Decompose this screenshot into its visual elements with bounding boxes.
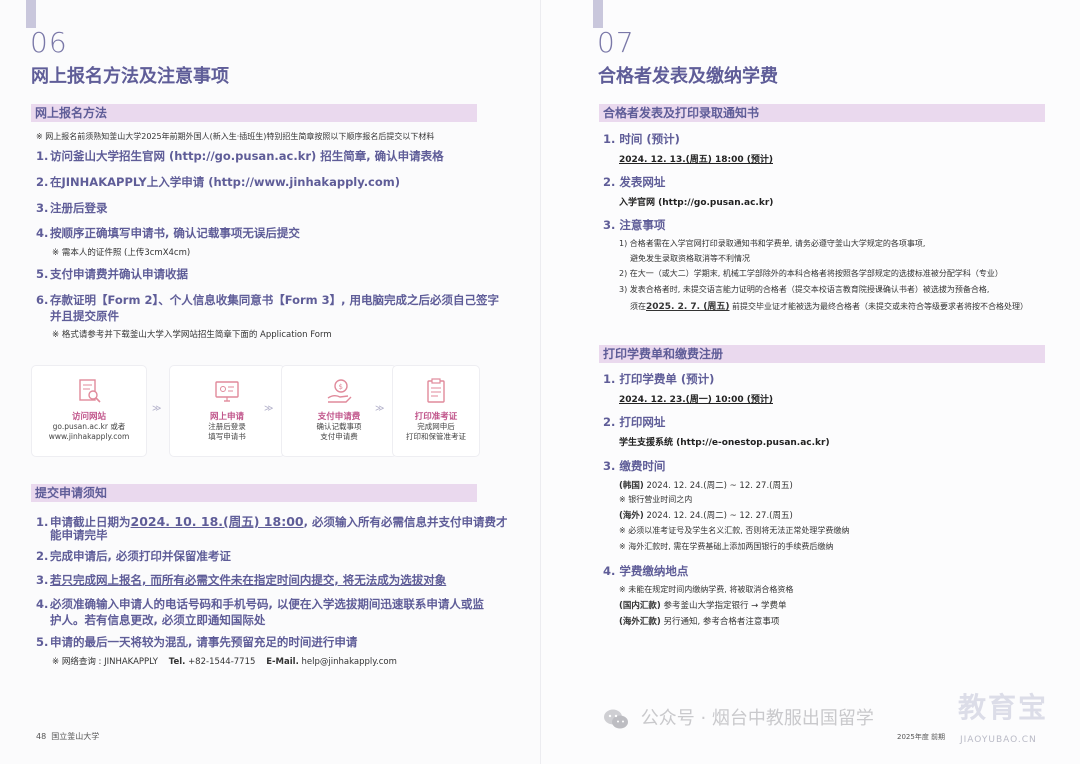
notice-1-line2: 能申请完毕 (50, 528, 108, 542)
brand-watermark: 教育宝 (958, 691, 1049, 724)
p3-abroad: (海外) 2024. 12. 24.(周二) ~ 12. 27.(周五) (619, 511, 793, 521)
card-title: 访问网站 (71, 412, 106, 422)
p3-note-1: ※ 必须以准考证号及学生名义汇款, 否则将无法正常处理学费缴纳 (619, 526, 850, 535)
r-item-1-title: 1. 时间 (预计) (603, 132, 680, 146)
brochure-spread: 06 网上报名方法及注意事项 网上报名方法 ※ 网上报名前须熟知釜山大学2025… (0, 0, 1080, 764)
p-item-4-title: 4. 学费缴纳地点 (603, 564, 689, 578)
r-item-3-title: 3. 注意事项 (603, 218, 666, 232)
r-item-2-title: 2. 发表网址 (603, 175, 666, 189)
process-card-print-ticket: 打印准考证 完成网申后 打印和保管准考证 (393, 366, 479, 456)
subsection-bar-results: 合格者发表及打印录取通知书 (599, 104, 1045, 122)
svg-text:$: $ (339, 383, 343, 391)
r-note-1b: 避免发生录取资格取消等不利情况 (630, 254, 750, 263)
step-4: 4. 按顺序正确填写申请书, 确认记载事项无误后提交 (36, 226, 300, 240)
step-6: 6. 存款证明【Form 2】、个人信息收集同意书【Form 3】, 用电脑完成之… (36, 293, 500, 307)
card-sub: 确认记载事项 (316, 422, 362, 431)
top-note: ※ 网上报名前须熟知釜山大学2025年前期外国人(新入生·插班生)特别招生简章按… (36, 132, 435, 141)
page-footer: 48 国立釜山大学 (36, 732, 100, 741)
card-sub: 注册后登录 (208, 422, 246, 431)
section-number: 06 (30, 26, 68, 59)
wechat-watermark: 公众号 · 烟台中教服出国留学 (603, 704, 874, 730)
r-note-2: 2) 在大一（或大二）学期末, 机械工学部除外的本科合格者将按照各学部规定的选拔… (619, 269, 1003, 278)
p3-korea: (韩国) 2024. 12. 24.(周二) ~ 12. 27.(周五) (619, 481, 793, 491)
p3-note-2: ※ 海外汇款时, 需在学费基础上添加两国银行的手续费后缴纳 (619, 542, 834, 551)
notice-3: 3. 若只完成网上报名, 而所有必需文件未在指定时间内提交, 将无法成为选拔对象 (36, 573, 447, 587)
p-item-3-title: 3. 缴费时间 (603, 459, 666, 473)
contact-line: ※ 网络查询 : JINHAKAPPLY Tel. +82-1544-7715 … (52, 657, 397, 667)
clipboard-icon (427, 378, 445, 403)
subsection-bar-submission-notice: 提交申请须知 (31, 484, 477, 502)
p4-korea: (国内汇款) 参考釜山大学指定银行 → 学费单 (619, 601, 787, 611)
notice-4-line2: 护人。若有信息更改, 必须立即通知国际处 (50, 613, 266, 627)
step-2: 2. 在JINHAKAPPLY上入学申请 (http://www.jinhakap… (36, 175, 401, 189)
right-page: 07 合格者发表及缴纳学费 合格者发表及打印录取通知书 1. 时间 (预计) 2… (540, 0, 1080, 764)
process-card-visit-site: 访问网站 go.pusan.ac.kr 或者 www.jinhakapply.c… (32, 366, 146, 456)
p-item-1-title: 1. 打印学费单 (预计) (603, 372, 715, 386)
step-3: 3. 注册后登录 (36, 201, 108, 215)
notice-2: 2. 完成申请后, 必须打印并保留准考证 (36, 549, 231, 563)
deadline-date: 2024. 10. 18.(周五) 18:00 (130, 514, 304, 529)
page-tab-marker (593, 0, 603, 28)
page-footer: 2025年度 前期 (897, 733, 946, 741)
monitor-form-icon (215, 381, 239, 402)
card-sub: 填写申请书 (208, 432, 246, 441)
card-sub: 打印和保管准考证 (406, 432, 466, 441)
p-item-1-value: 2024. 12. 23.(周一) 10:00 (预计) (619, 395, 773, 405)
card-sub: go.pusan.ac.kr 或者 (52, 422, 126, 431)
card-title: 打印准考证 (414, 412, 458, 422)
r-note-3: 3) 发表合格者时, 未提交语言能力证明的合格者（提交本校语言教育院授课确认书者… (619, 285, 990, 294)
left-page: 06 网上报名方法及注意事项 网上报名方法 ※ 网上报名前须熟知釜山大学2025… (0, 0, 540, 764)
section-title: 合格者发表及缴纳学费 (598, 66, 778, 87)
card-sub: www.jinhakapply.com (48, 432, 130, 441)
brand-url-watermark: JIAOYUBAO.CN (960, 735, 1037, 745)
card-sub: 支付申请费 (320, 432, 358, 441)
subsection-bar-tuition: 打印学费单和缴费注册 (599, 345, 1045, 363)
chevron-right-icon: ≫ (152, 404, 162, 414)
section-title: 网上报名方法及注意事项 (31, 66, 229, 87)
card-sub: 完成网申后 (417, 422, 455, 431)
p4-abroad: (海外汇款) 另行通知, 参考合格者注意事项 (619, 617, 780, 627)
step-6-line2: 并且提交原件 (50, 309, 119, 323)
step-1: 1. 访问釜山大学招生官网 (http://go.pusan.ac.kr) 招生简… (36, 149, 444, 163)
p-item-2-title: 2. 打印网址 (603, 415, 666, 429)
step-6-note: ※ 格式请参考并下载釜山大学入学网站招生简章下面的 Application Fo… (52, 330, 332, 340)
notice-4: 4. 必须准确输入申请人的电话号码和手机号码, 以便在入学选拔期间迅速联系申请人或… (36, 597, 484, 611)
subsection-bar-online-method: 网上报名方法 (31, 104, 477, 122)
notice-5: 5. 申请的最后一天将较为混乱, 请事先预留充足的时间进行申请 (36, 635, 358, 649)
payment-coin-icon: $ (327, 379, 352, 403)
document-search-icon (79, 379, 101, 403)
p-item-2-value: 学生支援系统 (http://e-onestop.pusan.ac.kr) (619, 438, 830, 448)
p3-korea-note: ※ 银行营业时间之内 (619, 495, 693, 504)
r-note-3b: 须在2025. 2. 7. (周五) 前提交毕业证才能被选为最终合格者（未提交或… (630, 302, 1029, 312)
section-number: 07 (597, 26, 635, 59)
r-item-2-value: 入学官网 (http://go.pusan.ac.kr) (619, 198, 774, 208)
chevron-right-icon: ≫ (264, 404, 274, 414)
p4-note: ※ 未能在规定时间内缴纳学费, 将被取消合格资格 (619, 585, 794, 594)
wechat-icon (604, 709, 628, 729)
chevron-right-icon: ≫ (375, 404, 385, 414)
r-note-1: 1) 合格者需在入学官网打印录取通知书和学费单, 请务必遵守釜山大学规定的各项事… (619, 239, 926, 248)
step-5: 5. 支付申请费并确认申请收据 (36, 267, 188, 281)
page-tab-marker (26, 0, 36, 28)
r-item-1-value: 2024. 12. 13.(周五) 18:00 (预计) (619, 155, 773, 165)
step-4-note: ※ 需本人的证件照 (上传3cmX4cm) (52, 248, 191, 258)
